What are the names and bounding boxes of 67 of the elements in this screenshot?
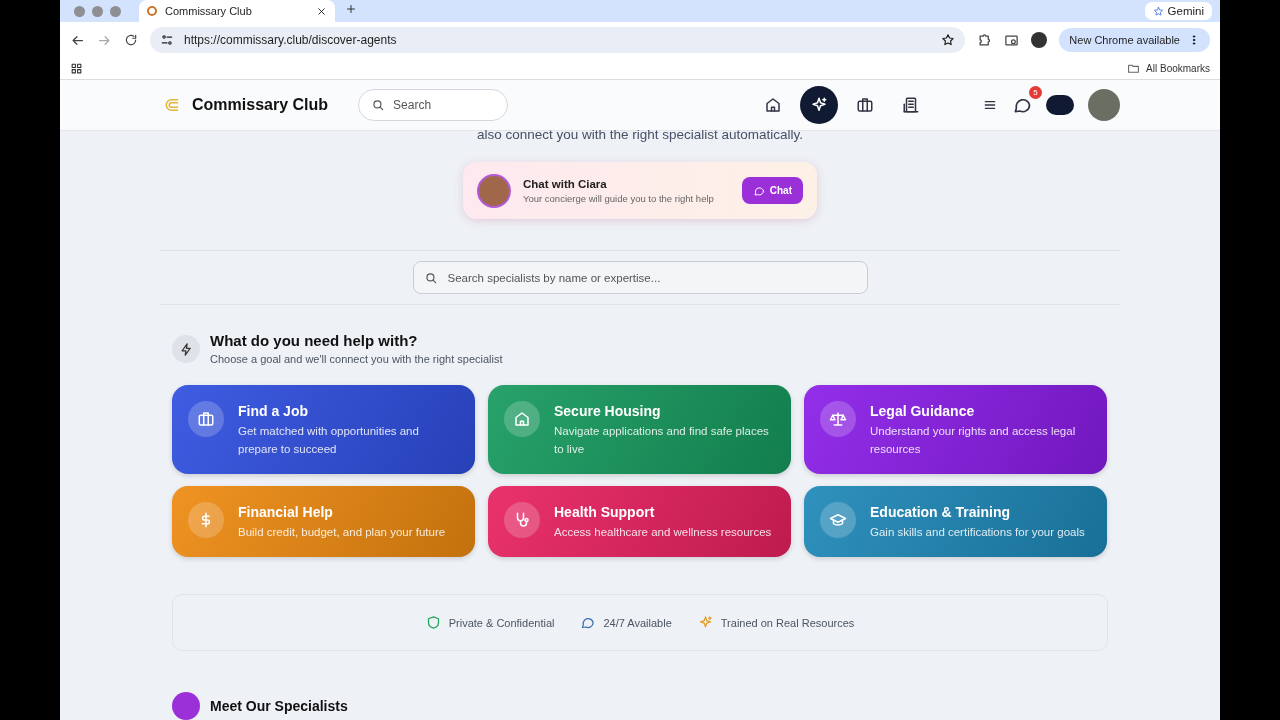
search-icon — [423, 270, 438, 285]
goal-description: Gain skills and certifications for your goals — [870, 525, 1085, 540]
site-logo-icon — [147, 6, 157, 16]
briefcase-icon — [197, 410, 215, 428]
section-title: What do you need help with? — [210, 332, 419, 349]
shield-icon — [425, 615, 441, 630]
section-subtitle: Choose a goal and we'll connect you with the right specialist — [210, 353, 503, 365]
toggle-button[interactable] — [1046, 95, 1074, 115]
goal-title: Financial Help — [238, 504, 334, 520]
puzzle-icon — [977, 32, 993, 48]
concierge-title: Chat with Ciara — [523, 177, 608, 190]
goal-description: Understand your rights and access legal resources — [870, 424, 1077, 457]
profile-avatar[interactable] — [1031, 32, 1048, 49]
search-icon — [371, 98, 386, 112]
tab-title: Commissary Club — [165, 5, 253, 17]
goal-title: Education & Training — [870, 504, 1011, 520]
goal-description: Get matched with opportunities and prepare to succeed — [238, 424, 420, 457]
tune-icon — [160, 33, 174, 48]
goal-description: Build credit, budget, and plan your future — [238, 525, 446, 540]
gemini-button[interactable]: Gemini — [1144, 2, 1212, 20]
house-icon — [513, 410, 531, 428]
goal-description: Access healthcare and wellness resources — [554, 525, 772, 540]
reload-icon — [124, 33, 138, 48]
goal-card[interactable]: Education & Training Gain skills and certifications for your goals — [804, 486, 1107, 557]
chat-icon — [752, 184, 765, 197]
plus-icon — [345, 3, 357, 15]
star-icon — [941, 33, 956, 48]
brand-name[interactable]: Commissary Club — [192, 96, 329, 114]
goal-card[interactable]: Find a Job Get matched with opportunities and prepare to succeed — [172, 385, 475, 474]
goal-title: Find a Job — [238, 403, 309, 419]
goal-title: Secure Housing — [554, 403, 662, 419]
browser-tab[interactable]: Commissary Club — [139, 0, 335, 22]
goal-card[interactable]: Secure Housing Navigate applications and find safe places to live — [488, 385, 791, 474]
graduation-cap-icon — [829, 511, 847, 529]
search-field[interactable]: Search — [358, 89, 509, 121]
scales-icon — [829, 410, 847, 428]
close-icon — [316, 5, 327, 17]
briefcase-icon — [856, 96, 874, 114]
trust-label: 24/7 Available — [603, 616, 672, 629]
goal-title: Health Support — [554, 504, 656, 520]
apps-icon — [70, 62, 83, 76]
goal-title: Legal Guidance — [870, 403, 976, 419]
trust-label: Private & Confidential — [448, 616, 555, 629]
concierge-avatar — [477, 173, 511, 208]
hero-text: also connect you with the right specialist automatically. — [475, 127, 805, 144]
nav-button[interactable] — [800, 86, 838, 124]
search-placeholder: Search — [393, 98, 432, 112]
notification-badge: 5 — [1029, 86, 1042, 99]
concierge-subtitle: Your concierge will guide you to the right help — [523, 192, 715, 204]
user-avatar[interactable] — [1088, 89, 1120, 121]
chat-button[interactable]: Chat — [741, 177, 803, 204]
goal-card[interactable]: Health Support Access healthcare and wellness resources — [488, 486, 791, 557]
chat-icon — [580, 615, 596, 630]
home-icon — [764, 96, 782, 114]
specialist-search-field[interactable]: Search specialists by name or expertise... — [412, 261, 868, 294]
search-placeholder: Search specialists by name or expertise... — [447, 271, 661, 284]
folder-icon — [1127, 62, 1141, 76]
update-button[interactable]: New Chrome available — [1059, 28, 1210, 53]
section-title: Meet Our Specialists — [210, 699, 348, 713]
bookmarks-label[interactable]: All Bookmarks — [1146, 63, 1210, 75]
goal-description: Navigate applications and find safe places to live — [554, 424, 770, 457]
goal-card[interactable]: Legal Guidance Understand your rights and access legal resources — [804, 385, 1107, 474]
building-icon — [902, 96, 920, 114]
screen-search-icon — [1004, 32, 1020, 48]
section-icon — [172, 692, 200, 720]
trust-label: Trained on Real Resources — [720, 616, 855, 629]
address-bar[interactable]: https://commissary.club/discover-agents — [150, 27, 966, 54]
